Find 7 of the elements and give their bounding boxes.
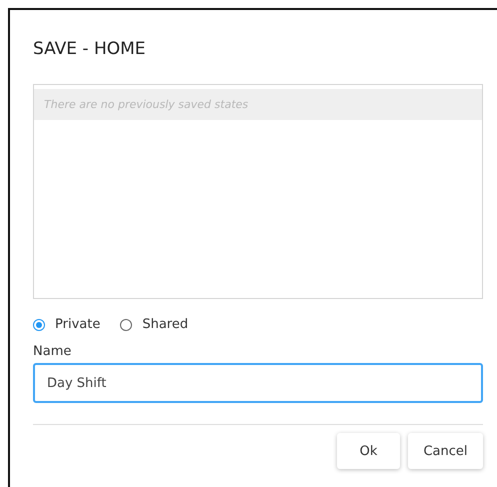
ok-button[interactable]: Ok	[337, 433, 400, 469]
dialog-title: SAVE - HOME	[33, 38, 147, 61]
radio-option[interactable]: Shared	[120, 317, 188, 332]
field-label: Name	[33, 344, 72, 359]
cancel-button[interactable]: Cancel	[408, 433, 483, 469]
name-input-field[interactable]: Day Shift	[33, 363, 483, 403]
radio-option[interactable]: Private	[33, 317, 100, 332]
